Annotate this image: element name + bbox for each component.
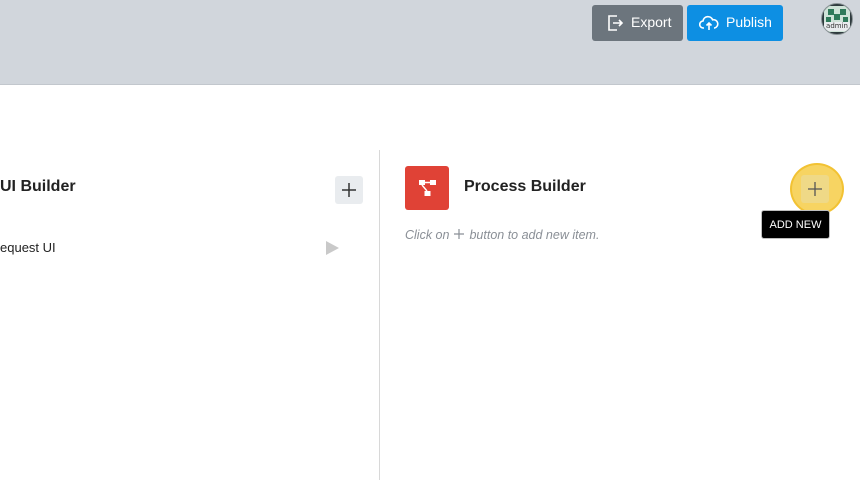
process-tree-icon [419, 180, 436, 196]
plus-icon [808, 182, 822, 196]
add-process-button[interactable] [801, 175, 829, 203]
empty-hint: Click on button to add new item. [405, 228, 599, 242]
list-item-label[interactable]: equest UI [0, 240, 56, 255]
export-label: Export [631, 14, 672, 30]
hint-text-after: button to add new item. [469, 228, 600, 242]
avatar[interactable]: admin [821, 3, 853, 35]
avatar-label: admin [824, 22, 850, 31]
plus-icon [454, 229, 465, 239]
top-toolbar: Export Publish admin [0, 0, 860, 85]
export-button[interactable]: Export [592, 5, 683, 41]
add-ui-button[interactable] [335, 176, 363, 204]
hint-text-before: Click on [405, 228, 450, 242]
ui-builder-title: UI Builder [0, 178, 76, 195]
export-icon [608, 15, 624, 31]
process-builder-icon [405, 166, 449, 210]
play-icon[interactable] [324, 240, 340, 256]
publish-button[interactable]: Publish [687, 5, 783, 41]
add-new-tooltip: ADD NEW [761, 210, 830, 239]
plus-icon [342, 183, 356, 197]
cloud-upload-icon [699, 15, 719, 30]
panel-divider [379, 150, 380, 480]
publish-label: Publish [726, 14, 772, 30]
process-builder-title: Process Builder [464, 178, 586, 195]
